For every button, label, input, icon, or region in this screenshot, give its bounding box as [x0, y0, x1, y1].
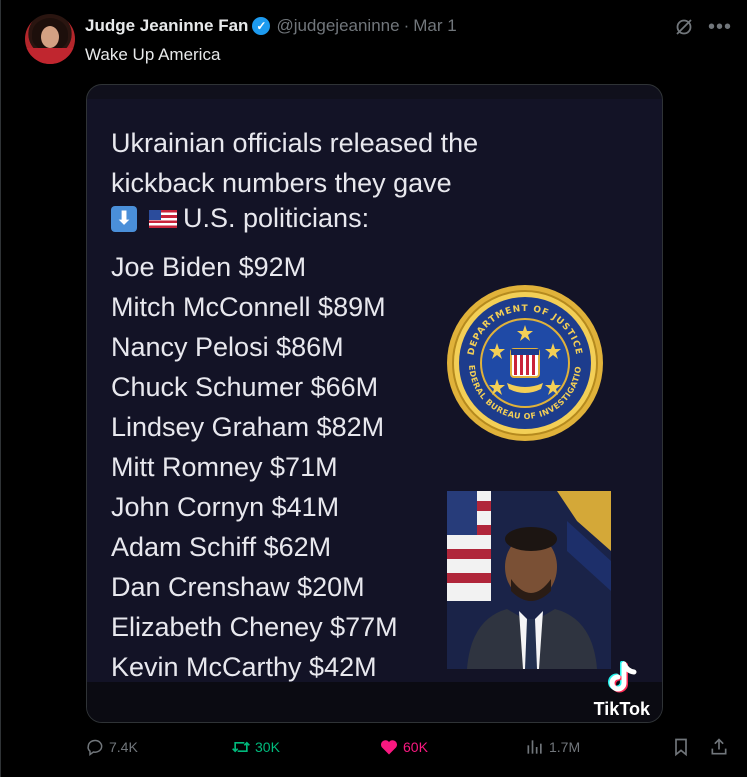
- action-bar: 7.4K 30K 60K 1.7M: [85, 737, 735, 763]
- media-image[interactable]: Ukrainian officials released the kickbac…: [86, 84, 663, 723]
- list-item: Elizabeth Cheney $77M: [111, 612, 398, 642]
- media-headline: Ukrainian officials released the kickbac…: [111, 128, 479, 198]
- author-name[interactable]: Judge Jeaninne Fan: [85, 16, 248, 36]
- tiktok-watermark: TikTok: [594, 661, 650, 720]
- bookmark-icon: [675, 738, 687, 757]
- media-background: Ukrainian officials released the kickbac…: [87, 99, 662, 689]
- list-item: Mitch McConnell $89M: [111, 292, 386, 322]
- avatar-shirt: [25, 48, 75, 64]
- us-flag-icon: [149, 209, 177, 228]
- list-item: Joe Biden $92M: [111, 252, 307, 282]
- fbi-seal-icon: DEPARTMENT OF JUSTICE FEDERAL BUREAU OF …: [445, 283, 603, 441]
- media-subhead: U.S. politicians:: [183, 203, 370, 233]
- down-arrow-icon: ⬇: [111, 205, 137, 232]
- list-item: Kevin McCarthy $42M: [111, 652, 377, 682]
- post-text: Wake Up America: [85, 45, 221, 64]
- tiktok-label: TikTok: [593, 699, 650, 719]
- bookmark-button[interactable]: [671, 737, 691, 757]
- reply-button[interactable]: 7.4K: [85, 737, 138, 757]
- politician-list: Joe Biden $92M Mitch McConnell $89M Nanc…: [111, 247, 398, 687]
- like-count: 60K: [403, 739, 428, 755]
- list-item: Dan Crenshaw $20M: [111, 572, 365, 602]
- media-footer: [87, 682, 662, 722]
- verified-badge-icon: ✓: [252, 17, 271, 35]
- author-handle[interactable]: @judgejeaninne: [276, 16, 399, 36]
- like-button[interactable]: 60K: [379, 737, 428, 757]
- list-item: Mitt Romney $71M: [111, 452, 338, 482]
- retweet-icon: [232, 741, 250, 753]
- media-subhead-row: ⬇ U.S. politicians:: [111, 203, 369, 234]
- share-icon: [711, 738, 727, 755]
- post-header: Judge Jeaninne Fan ✓ @judgejeaninne · Ma…: [85, 16, 457, 36]
- repost-button[interactable]: 30K: [231, 737, 280, 757]
- avatar[interactable]: [25, 14, 75, 64]
- list-item: Nancy Pelosi $86M: [111, 332, 344, 362]
- heart-icon: [380, 740, 398, 755]
- grok-icon[interactable]: [673, 16, 695, 38]
- views-count: 1.7M: [549, 739, 581, 755]
- portrait-photo: [447, 491, 611, 669]
- list-item: John Cornyn $41M: [111, 492, 340, 522]
- post[interactable]: Judge Jeaninne Fan ✓ @judgejeaninne · Ma…: [0, 0, 747, 777]
- post-date[interactable]: Mar 1: [413, 16, 456, 36]
- avatar-face: [41, 26, 59, 48]
- share-button[interactable]: [709, 737, 729, 757]
- list-item: Chuck Schumer $66M: [111, 372, 379, 402]
- repost-count: 30K: [255, 739, 280, 755]
- views-button[interactable]: 1.7M: [525, 737, 580, 757]
- tiktok-logo-icon: [607, 661, 637, 693]
- reply-icon: [87, 739, 103, 756]
- list-item: Lindsey Graham $82M: [111, 412, 385, 442]
- views-icon: [527, 740, 542, 754]
- post-top-icons: •••: [673, 16, 731, 38]
- list-item: Adam Schiff $62M: [111, 532, 332, 562]
- separator-dot: ·: [403, 16, 410, 35]
- more-icon[interactable]: •••: [708, 16, 731, 38]
- reply-count: 7.4K: [109, 739, 138, 755]
